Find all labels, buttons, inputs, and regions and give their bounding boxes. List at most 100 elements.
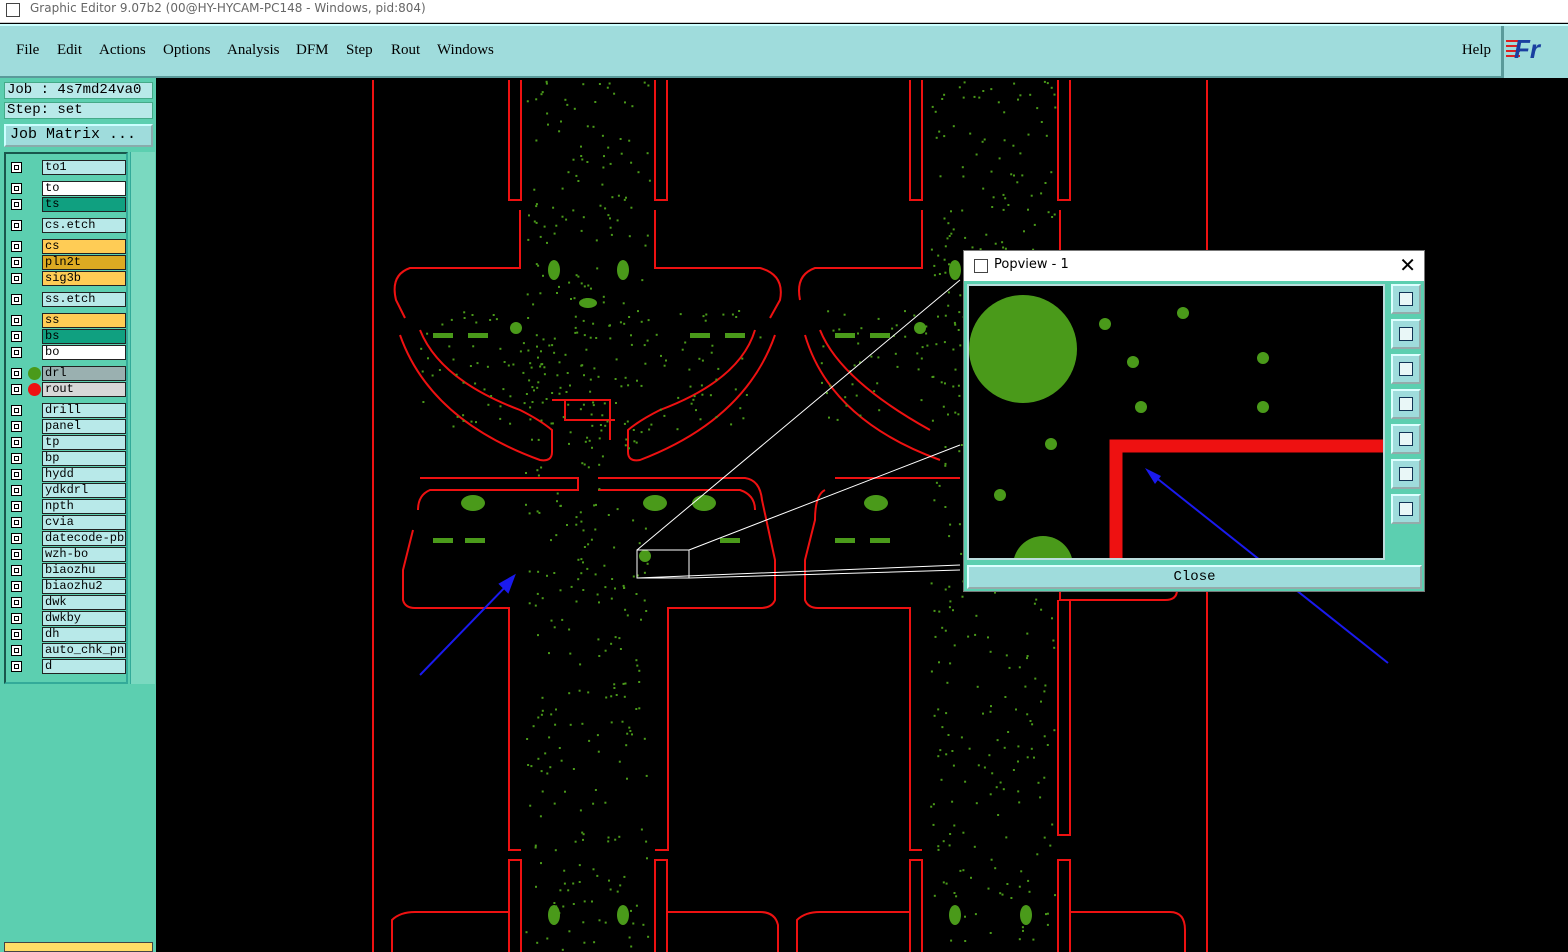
- layer-name[interactable]: ss.etch: [42, 292, 126, 307]
- layer-name[interactable]: ss: [42, 313, 126, 328]
- layer-row-npth[interactable]: npth: [8, 499, 126, 514]
- job-matrix-button[interactable]: Job Matrix ...: [4, 124, 153, 147]
- layer-name[interactable]: dwkby: [42, 611, 126, 626]
- layer-row-ss.etch[interactable]: ss.etch: [8, 292, 126, 307]
- layer-checkbox[interactable]: [11, 384, 22, 395]
- pan-down-icon[interactable]: [1391, 354, 1421, 384]
- layer-checkbox[interactable]: [11, 315, 22, 326]
- menu-actions[interactable]: Actions: [99, 42, 146, 59]
- layer-name[interactable]: to: [42, 181, 126, 196]
- layer-name[interactable]: drill: [42, 403, 126, 418]
- layer-checkbox[interactable]: [11, 437, 22, 448]
- layer-name[interactable]: d: [42, 659, 126, 674]
- menu-edit[interactable]: Edit: [57, 42, 82, 59]
- layer-checkbox[interactable]: [11, 199, 22, 210]
- layer-name[interactable]: cvia: [42, 515, 126, 530]
- layer-row-tp[interactable]: tp: [8, 435, 126, 450]
- layer-checkbox[interactable]: [11, 453, 22, 464]
- menu-help[interactable]: Help: [1462, 42, 1491, 59]
- layer-row-panel[interactable]: panel: [8, 419, 126, 434]
- layer-row-pln2t[interactable]: pln2t: [8, 255, 126, 270]
- menu-step[interactable]: Step: [346, 42, 373, 59]
- layer-name[interactable]: pln2t: [42, 255, 126, 270]
- layer-checkbox[interactable]: [11, 469, 22, 480]
- layer-row-cs[interactable]: cs: [8, 239, 126, 254]
- layer-checkbox[interactable]: [11, 331, 22, 342]
- layer-checkbox[interactable]: [11, 273, 22, 284]
- layer-name[interactable]: hydd: [42, 467, 126, 482]
- layer-row-rout[interactable]: rout: [8, 382, 126, 397]
- layer-checkbox[interactable]: [11, 257, 22, 268]
- pan-up-icon[interactable]: [1391, 319, 1421, 349]
- layer-row-bs[interactable]: bs: [8, 329, 126, 344]
- layer-name[interactable]: sig3b: [42, 271, 126, 286]
- layer-row-dwkby[interactable]: dwkby: [8, 611, 126, 626]
- layer-row-wzh-bo[interactable]: wzh-bo: [8, 547, 126, 562]
- zoom-in-icon[interactable]: [1391, 459, 1421, 489]
- layer-name[interactable]: bp: [42, 451, 126, 466]
- menu-dfm[interactable]: DFM: [296, 42, 329, 59]
- layer-checkbox[interactable]: [11, 581, 22, 592]
- layer-row-bo[interactable]: bo: [8, 345, 126, 360]
- layer-row-to1[interactable]: to1: [8, 160, 126, 175]
- layer-row-biaozhu2[interactable]: biaozhu2: [8, 579, 126, 594]
- layer-name[interactable]: biaozhu2: [42, 579, 126, 594]
- layer-checkbox[interactable]: [11, 501, 22, 512]
- layer-row-bp[interactable]: bp: [8, 451, 126, 466]
- layer-name[interactable]: cs: [42, 239, 126, 254]
- layer-row-ts[interactable]: ts: [8, 197, 126, 212]
- layer-row-ss[interactable]: ss: [8, 313, 126, 328]
- layer-name[interactable]: npth: [42, 499, 126, 514]
- layer-name[interactable]: cs.etch: [42, 218, 126, 233]
- layer-checkbox[interactable]: [11, 629, 22, 640]
- layer-name[interactable]: panel: [42, 419, 126, 434]
- layer-checkbox[interactable]: [11, 241, 22, 252]
- layer-row-dh[interactable]: dh: [8, 627, 126, 642]
- layer-name[interactable]: bo: [42, 345, 126, 360]
- popview-canvas[interactable]: [967, 284, 1385, 560]
- layer-checkbox[interactable]: [11, 549, 22, 560]
- layer-name[interactable]: wzh-bo: [42, 547, 126, 562]
- menu-file[interactable]: File: [16, 42, 39, 59]
- layer-checkbox[interactable]: [11, 517, 22, 528]
- layer-row-d[interactable]: d: [8, 659, 126, 674]
- layer-row-drl[interactable]: drl: [8, 366, 126, 381]
- layer-checkbox[interactable]: [11, 597, 22, 608]
- layer-name[interactable]: rout: [42, 382, 126, 397]
- zoom-out-icon[interactable]: [1391, 494, 1421, 524]
- layer-name[interactable]: auto_chk_pn1: [42, 643, 126, 658]
- layer-row-auto_chk_pn1[interactable]: auto_chk_pn1: [8, 643, 126, 658]
- pan-right-icon[interactable]: [1391, 424, 1421, 454]
- close-icon[interactable]: ✕: [1399, 253, 1416, 277]
- layer-row-sig3b[interactable]: sig3b: [8, 271, 126, 286]
- layer-row-cvia[interactable]: cvia: [8, 515, 126, 530]
- layer-name[interactable]: biaozhu: [42, 563, 126, 578]
- layer-color-dot-icon[interactable]: [28, 383, 41, 396]
- menu-rout[interactable]: Rout: [391, 42, 420, 59]
- layer-row-hydd[interactable]: hydd: [8, 467, 126, 482]
- layer-checkbox[interactable]: [11, 183, 22, 194]
- menu-analysis[interactable]: Analysis: [227, 42, 280, 59]
- layer-list-scrollbar[interactable]: [130, 152, 155, 684]
- layer-checkbox[interactable]: [11, 533, 22, 544]
- layer-name[interactable]: datecode-pbe: [42, 531, 126, 546]
- layer-name[interactable]: tp: [42, 435, 126, 450]
- layer-row-drill[interactable]: drill: [8, 403, 126, 418]
- layer-row-to[interactable]: to: [8, 181, 126, 196]
- layer-color-dot-icon[interactable]: [28, 367, 41, 380]
- layer-row-biaozhu[interactable]: biaozhu: [8, 563, 126, 578]
- popview-close-button[interactable]: Close: [967, 565, 1422, 589]
- layer-checkbox[interactable]: [11, 613, 22, 624]
- layer-row-ydkdrl[interactable]: ydkdrl: [8, 483, 126, 498]
- layer-checkbox[interactable]: [11, 347, 22, 358]
- layer-name[interactable]: ts: [42, 197, 126, 212]
- layer-name[interactable]: bs: [42, 329, 126, 344]
- layer-checkbox[interactable]: [11, 368, 22, 379]
- menu-options[interactable]: Options: [163, 42, 211, 59]
- layer-name[interactable]: ydkdrl: [42, 483, 126, 498]
- layer-name[interactable]: drl: [42, 366, 126, 381]
- menu-windows[interactable]: Windows: [437, 42, 494, 59]
- layer-name[interactable]: dh: [42, 627, 126, 642]
- layer-row-datecode-pbe[interactable]: datecode-pbe: [8, 531, 126, 546]
- layer-name[interactable]: to1: [42, 160, 126, 175]
